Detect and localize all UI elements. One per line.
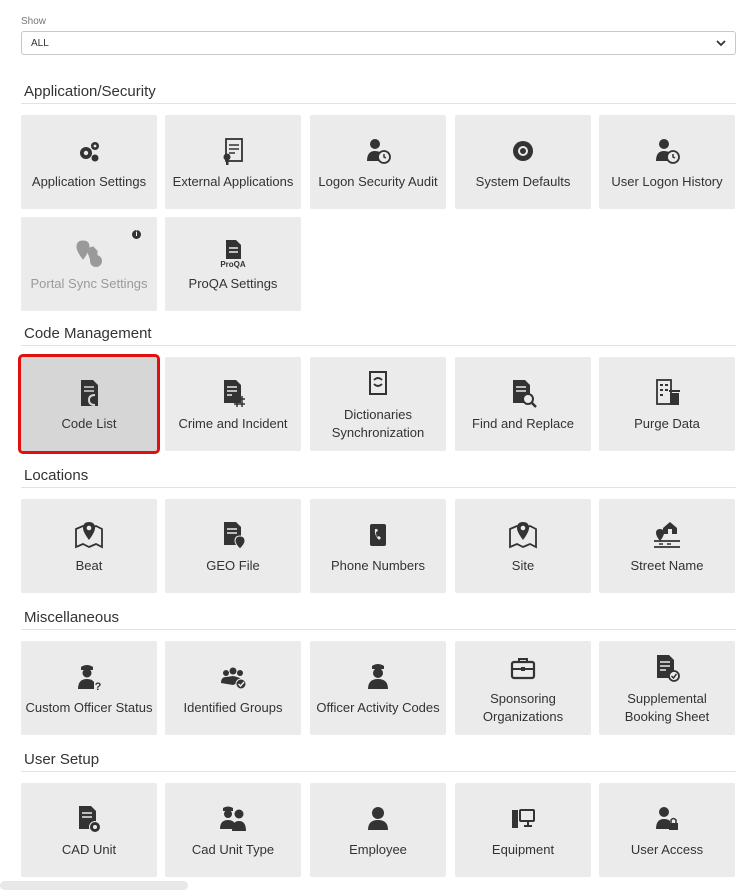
document-hash-icon (215, 375, 251, 411)
tile-geo-file[interactable]: GEO File (165, 499, 301, 593)
tile-custom-officer-status[interactable]: ? Custom Officer Status (21, 641, 157, 735)
map-sync-icon (71, 235, 107, 271)
tile-purge-data[interactable]: Purge Data (599, 357, 735, 451)
tile-label: Beat (75, 558, 103, 573)
tile-supplemental-booking-sheet[interactable]: Supplemental Booking Sheet (599, 641, 735, 735)
group-check-icon (215, 659, 251, 695)
computer-icon (505, 801, 541, 837)
officer-icon (360, 659, 396, 695)
chevron-down-icon (716, 40, 726, 47)
document-search-icon (505, 375, 541, 411)
tile-street-name[interactable]: Street Name (599, 499, 735, 593)
tile-logon-security-audit[interactable]: Logon Security Audit (310, 115, 446, 209)
section-divider (21, 345, 736, 346)
officers-icon (215, 801, 251, 837)
section-divider (21, 487, 736, 488)
tile-label: ProQA Settings (188, 276, 278, 291)
phone-book-icon (360, 517, 396, 553)
tile-site[interactable]: Site (455, 499, 591, 593)
section-title-locations: Locations (24, 467, 89, 484)
tile-label: Custom Officer Status (25, 700, 153, 715)
horizontal-scrollbar[interactable] (0, 881, 188, 890)
tile-code-list[interactable]: Code List (18, 354, 160, 454)
tile-label: Find and Replace (472, 416, 574, 431)
tile-label: GEO File (206, 558, 260, 573)
user-clock-icon (360, 133, 396, 169)
map-pin-icon (71, 517, 107, 553)
code-list-icon (71, 375, 107, 411)
tile-label: CAD Unit (61, 842, 117, 857)
tile-user-logon-history[interactable]: User Logon History (599, 115, 735, 209)
tile-proqa-settings[interactable]: ProQA ProQA Settings (165, 217, 301, 311)
tile-officer-activity-codes[interactable]: Officer Activity Codes (310, 641, 446, 735)
tile-label: Application Settings (31, 174, 147, 189)
briefcase-icon (505, 650, 541, 686)
gear-icon (505, 133, 541, 169)
tile-label: Logon Security Audit (318, 174, 438, 189)
tile-label: Portal Sync Settings (30, 276, 148, 291)
section-title-application-security: Application/Security (24, 83, 156, 100)
tile-phone-numbers[interactable]: Phone Numbers (310, 499, 446, 593)
tile-application-settings[interactable]: Application Settings (21, 115, 157, 209)
tile-external-applications[interactable]: External Applications (165, 115, 301, 209)
tile-employee[interactable]: Employee (310, 783, 446, 877)
tile-cad-unit-type[interactable]: Cad Unit Type (165, 783, 301, 877)
tile-label: Site (511, 558, 535, 573)
tile-sponsoring-organizations[interactable]: Sponsoring Organizations (455, 641, 591, 735)
show-filter-value: ALL (31, 38, 49, 49)
section-divider (21, 771, 736, 772)
section-title-user-setup: User Setup (24, 751, 100, 768)
officer-question-icon: ? (71, 659, 107, 695)
section-divider (21, 103, 736, 104)
tile-label: Equipment (491, 842, 555, 857)
tile-label: Employee (349, 842, 407, 857)
tile-crime-and-incident[interactable]: Crime and Incident (165, 357, 301, 451)
tile-label: Sponsoring Organizations (482, 691, 564, 724)
tile-label: Street Name (630, 558, 704, 573)
building-trash-icon (649, 375, 685, 411)
document-key-icon (215, 133, 251, 169)
tile-system-defaults[interactable]: System Defaults (455, 115, 591, 209)
section-title-miscellaneous: Miscellaneous (24, 609, 120, 626)
book-sync-icon (360, 366, 396, 402)
show-filter-select[interactable]: ALL (21, 31, 736, 55)
tile-label: Identified Groups (183, 700, 283, 715)
gears-icon (71, 133, 107, 169)
document-pin-icon (215, 517, 251, 553)
user-lock-icon (649, 801, 685, 837)
document-check-icon (649, 650, 685, 686)
tile-label: Dictionaries Synchronization (331, 407, 425, 440)
tile-label: User Access (630, 842, 704, 857)
tile-label: Crime and Incident (178, 416, 288, 431)
svg-text:?: ? (95, 681, 102, 693)
map-pin-icon (505, 517, 541, 553)
tile-label: Purge Data (634, 416, 700, 431)
tile-find-and-replace[interactable]: Find and Replace (455, 357, 591, 451)
section-divider (21, 629, 736, 630)
tile-label: Phone Numbers (331, 558, 425, 573)
tile-identified-groups[interactable]: Identified Groups (165, 641, 301, 735)
proqa-document-icon: ProQA (215, 235, 251, 271)
info-icon[interactable]: i (132, 230, 141, 239)
tile-label: User Logon History (611, 174, 723, 189)
tile-dictionaries-synchronization[interactable]: Dictionaries Synchronization (310, 357, 446, 451)
svg-text:ProQA: ProQA (220, 260, 246, 269)
tile-equipment[interactable]: Equipment (455, 783, 591, 877)
tile-label: Officer Activity Codes (316, 700, 440, 715)
street-house-icon (649, 517, 685, 553)
tile-label: Cad Unit Type (191, 842, 275, 857)
user-icon (360, 801, 396, 837)
tile-label: External Applications (172, 174, 294, 189)
tile-portal-sync-settings[interactable]: Portal Sync Settings i (21, 217, 157, 311)
tile-cad-unit[interactable]: CAD Unit (21, 783, 157, 877)
section-title-code-management: Code Management (24, 325, 152, 342)
tile-user-access[interactable]: User Access (599, 783, 735, 877)
tile-label: System Defaults (475, 174, 571, 189)
filter-label: Show (21, 16, 47, 27)
user-clock-icon (649, 133, 685, 169)
tile-beat[interactable]: Beat (21, 499, 157, 593)
tile-label: Code List (61, 416, 117, 431)
tile-label: Supplemental Booking Sheet (624, 691, 710, 724)
document-gear-icon (71, 801, 107, 837)
